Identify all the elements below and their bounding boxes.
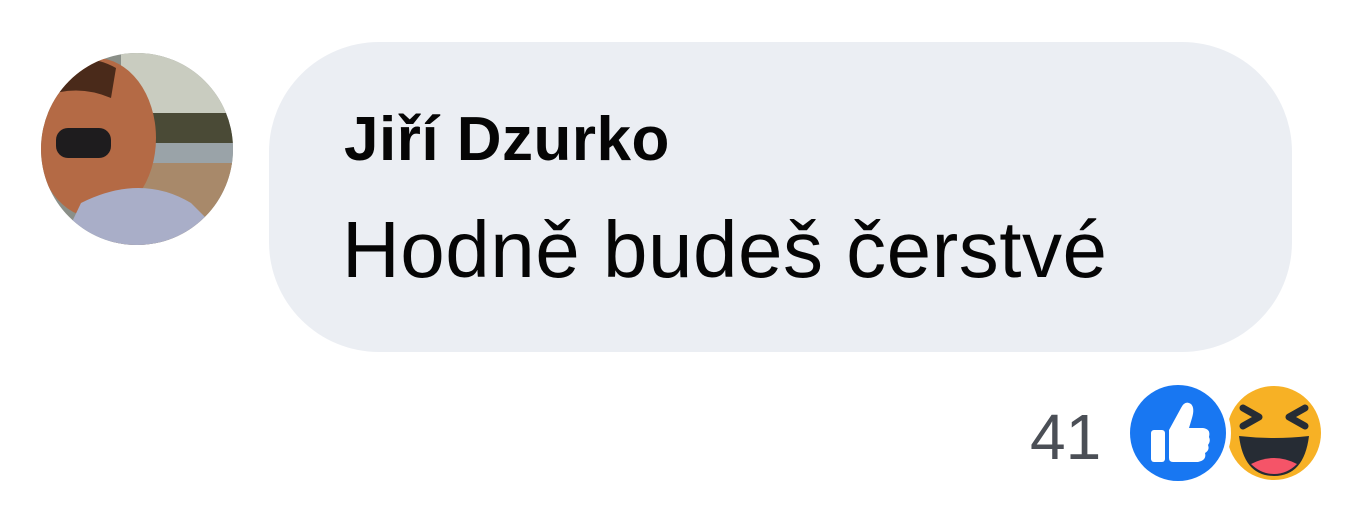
comment-author[interactable]: Jiří Dzurko	[344, 104, 670, 175]
reaction-count: 41	[1030, 401, 1102, 473]
avatar[interactable]	[41, 53, 233, 245]
comment-text: Hodně budeš čerstvé	[342, 205, 1108, 294]
haha-icon	[1222, 381, 1326, 485]
comment-bubble[interactable]: Jiří Dzurko Hodně budeš čerstvé	[269, 42, 1292, 352]
avatar-photo	[41, 53, 233, 245]
like-icon	[1125, 380, 1231, 486]
reaction-summary[interactable]: 41	[1025, 378, 1335, 488]
